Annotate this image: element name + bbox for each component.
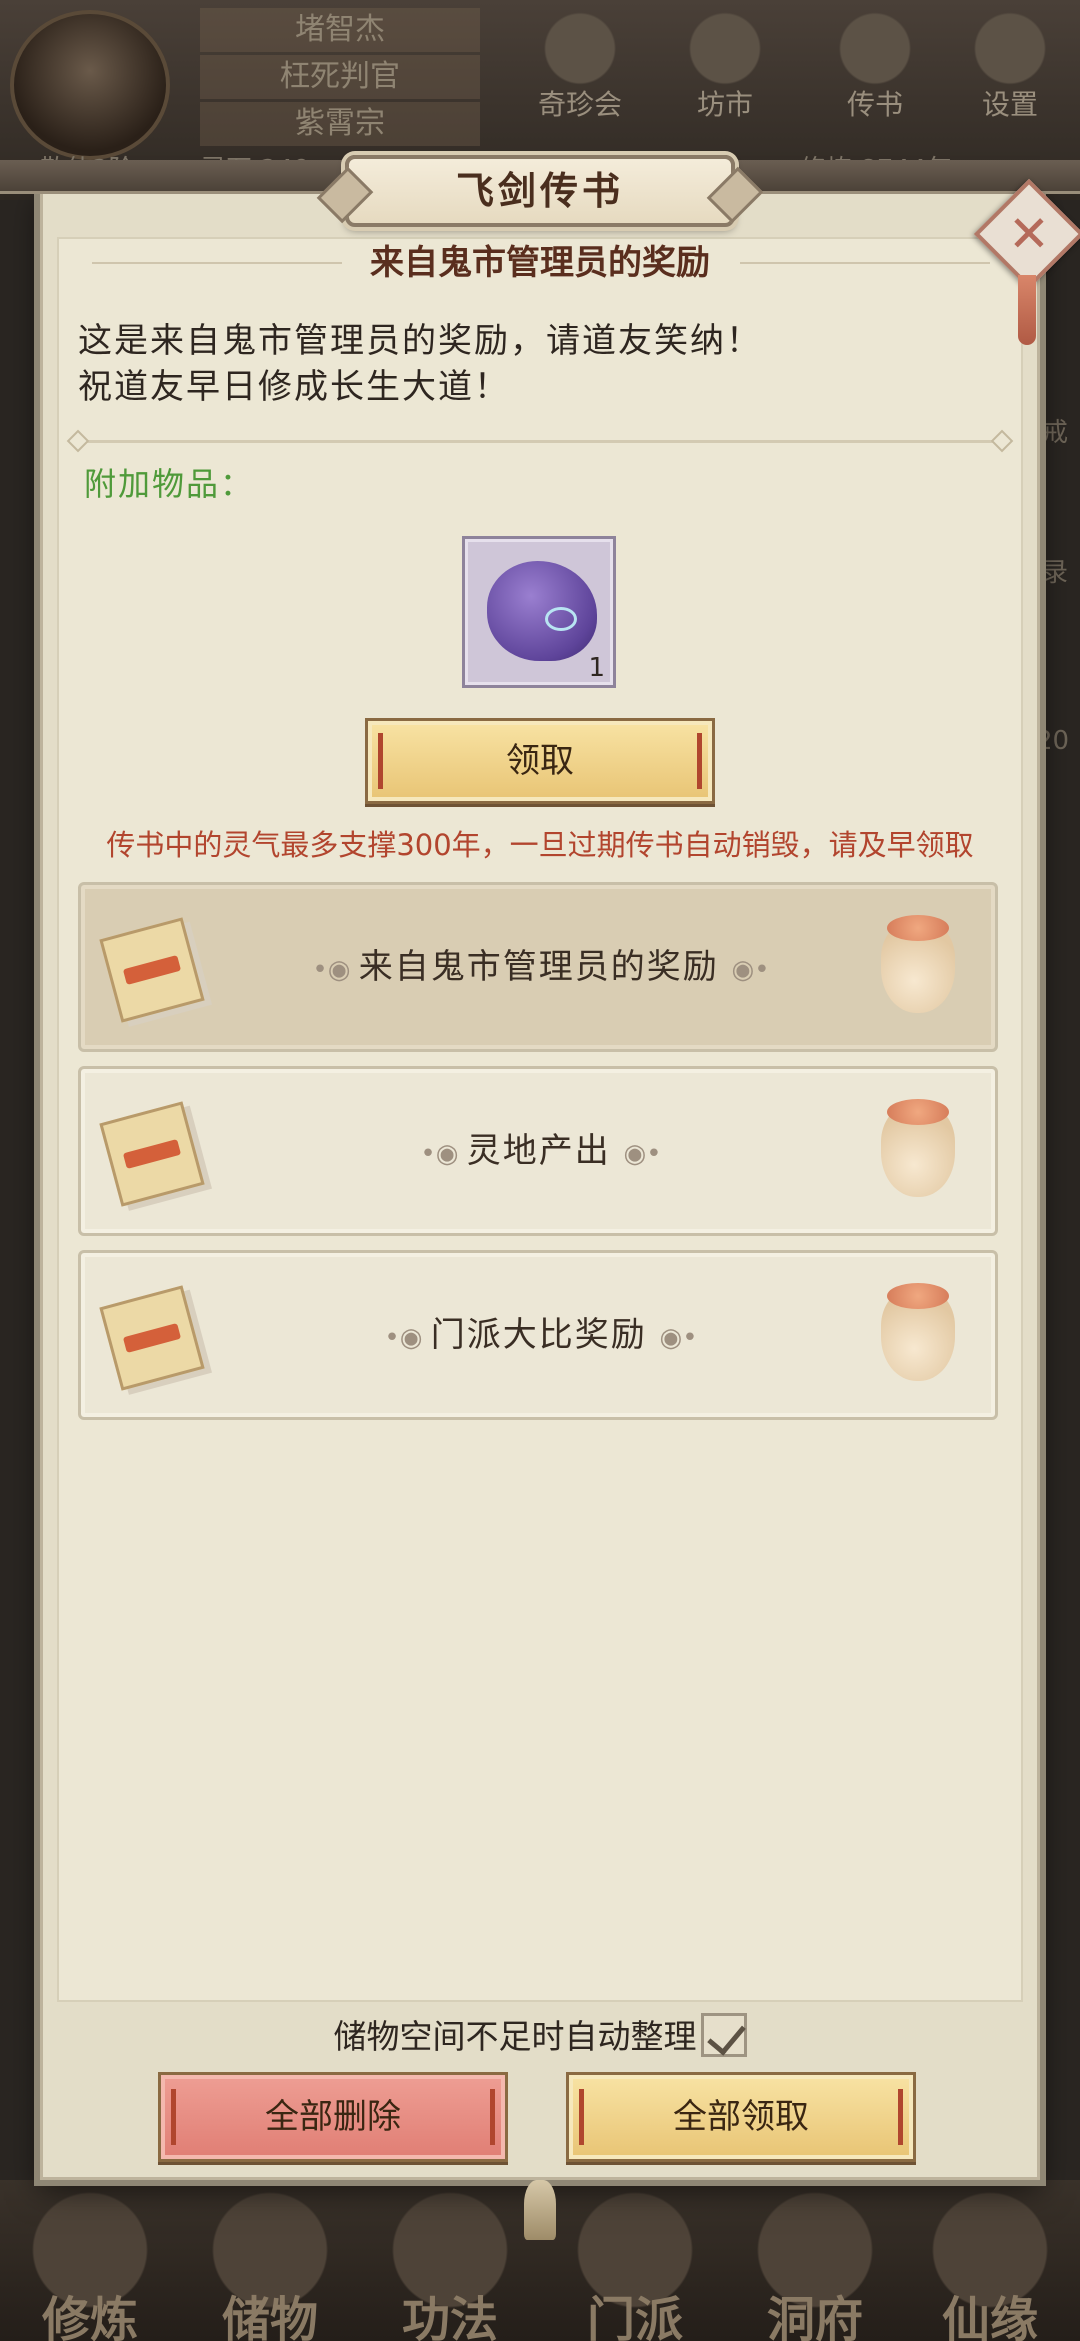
pouch-icon [881,1283,955,1381]
claim-all-label: 全部领取 [673,2097,809,2137]
hud-menu-settings: 设置 [950,10,1070,121]
mail-body-line-1: 这是来自鬼市管理员的奖励，请道友笑纳！ [78,321,762,361]
hud-side-1: 戒 [1042,418,1069,448]
mail-body: 这是来自鬼市管理员的奖励，请道友笑纳！ 祝道友早日修成长生大道！ [78,318,998,410]
hud-menu-mail: 传书 [815,10,935,121]
item-count: 1 [588,653,605,683]
pouch-icon [881,915,955,1013]
ornament-icon: ◉• [731,955,770,985]
mail-title-text: 门派大比奖励 [430,1315,647,1355]
ornament-icon: ◉• [623,1139,662,1169]
ornament-icon: •◉ [312,955,359,985]
mail-list-item[interactable]: •◉ 来自鬼市管理员的奖励 ◉• [78,882,998,1052]
ornament-icon: •◉ [420,1139,467,1169]
divider [70,440,1010,443]
delete-all-label: 全部删除 [265,2097,401,2137]
mail-list-title: •◉ 灵地产出 ◉• [81,1069,1001,1236]
purple-pouch-icon [487,561,597,661]
nav-skills: 功法 [375,2190,525,2341]
mail-list-title: •◉ 门派大比奖励 ◉• [81,1253,1001,1420]
hud-name-1: 堵智杰 [200,8,480,52]
hud-side-2: 录 [1042,558,1069,588]
avatar [10,10,170,160]
auto-sort-row: 储物空间不足时自动整理 [0,2010,1080,2064]
dialog-title: 飞剑传书 [455,169,624,213]
mail-title-text: 来自鬼市管理员的奖励 [358,947,719,987]
nav-storage: 储物 [195,2190,345,2341]
mail-list-item[interactable]: •◉ 门派大比奖励 ◉• [78,1250,998,1420]
hud-name-3: 紫霄宗 [200,102,480,146]
nav-cave: 洞府 [740,2190,890,2341]
attachment-label: 附加物品： [84,465,255,503]
hud-menu-market: 坊市 [665,10,785,121]
mail-list-item[interactable]: •◉ 灵地产出 ◉• [78,1066,998,1236]
auto-sort-checkbox[interactable] [700,2012,747,2057]
nav-fate: 仙缘 [915,2190,1065,2341]
pouch-icon [881,1099,955,1197]
ornament-icon: ◉• [659,1323,698,1353]
auto-sort-label: 储物空间不足时自动整理 [333,2017,697,2056]
ornament-icon: •◉ [384,1323,431,1353]
bell-ornament [524,2180,556,2240]
dialog-title-plaque: 飞剑传书 [345,155,735,227]
mail-list-title: •◉ 来自鬼市管理员的奖励 ◉• [81,885,1001,1052]
nav-cultivate: 修炼 [15,2190,165,2341]
expiry-warning: 传书中的灵气最多支撑300年，一旦过期传书自动销毁，请及早领取 [106,828,974,862]
mail-heading: 来自鬼市管理员的奖励 [370,243,710,283]
attachment-item-slot[interactable]: 1 [462,536,616,688]
claim-all-button[interactable]: 全部领取 [566,2072,916,2162]
mail-title-text: 灵地产出 [466,1131,611,1171]
claim-button[interactable]: 领取 [365,718,715,804]
delete-all-button[interactable]: 全部删除 [158,2072,508,2162]
claim-button-label: 领取 [506,741,574,781]
hud-side-3: 20 [1036,726,1070,756]
hud-menu-treasure: 奇珍会 [520,10,640,121]
hud-name-2: 枉死判官 [200,55,480,99]
nav-sect: 门派 [560,2190,710,2341]
mail-body-line-2: 祝道友早日修成长生大道！ [78,367,510,407]
